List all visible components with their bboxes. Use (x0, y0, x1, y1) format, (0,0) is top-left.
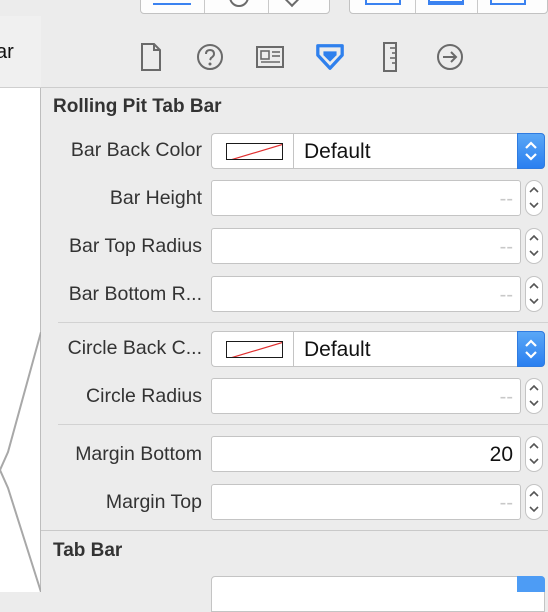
version-editor-button[interactable] (269, 0, 329, 13)
assistant-editor-icon (229, 0, 249, 7)
version-editor-icon (284, 0, 300, 8)
stepper-down-icon (529, 400, 539, 407)
bar-back-color-label: Bar Back Color (70, 139, 202, 161)
bar-top-radius-placeholder: -- (499, 236, 513, 258)
tab-bar-next-popup-arrows-icon (517, 576, 545, 592)
margin-top-label: Margin Top (105, 491, 202, 513)
stepper-down-icon (529, 298, 539, 305)
stepper-up-icon (529, 234, 539, 241)
attributes-inspector-icon (316, 44, 344, 70)
size-inspector-icon (383, 42, 397, 72)
standard-editor-button[interactable] (141, 0, 205, 13)
assistant-editor-button[interactable] (205, 0, 269, 13)
margin-bottom-stepper[interactable] (525, 436, 543, 472)
bar-height-placeholder: -- (499, 188, 513, 210)
bar-top-radius-field[interactable]: -- (211, 228, 521, 264)
debug-toggle-button[interactable] (416, 0, 478, 13)
quick-help-icon (197, 44, 223, 70)
inspector-tab-bar (41, 16, 548, 88)
bar-bottom-radius-field[interactable]: -- (211, 276, 521, 312)
outline-bracket-icon (0, 332, 41, 592)
standard-editor-icon (153, 3, 191, 5)
file-inspector-icon (141, 43, 161, 71)
panels-segmented-control[interactable] (349, 0, 548, 14)
group-divider (58, 322, 548, 323)
bar-height-field[interactable]: -- (211, 180, 521, 216)
attributes-inspector: Rolling Pit Tab Bar Bar Back Color Defau… (41, 16, 548, 612)
outline-tab[interactable]: ar (0, 16, 41, 88)
bar-back-color-popup[interactable]: Default (293, 133, 545, 169)
outline-tab-label: ar (0, 41, 14, 63)
utilities-toggle-button[interactable] (478, 0, 546, 13)
margin-bottom-label: Margin Bottom (75, 443, 202, 465)
connections-inspector-icon (437, 44, 463, 70)
stepper-down-icon (529, 506, 539, 513)
top-toolbar (0, 0, 548, 16)
section-title-rolling-pit-tab-bar: Rolling Pit Tab Bar (53, 96, 222, 117)
identity-inspector-icon (256, 46, 284, 68)
margin-bottom-value: 20 (489, 443, 513, 466)
navigator-panel-icon (365, 0, 401, 5)
document-outline-pane: ar (0, 16, 41, 592)
stepper-down-icon (529, 250, 539, 257)
bar-height-stepper[interactable] (525, 180, 543, 216)
identity-inspector-tab[interactable] (255, 42, 285, 72)
bar-bottom-radius-label: Bar Bottom R... (68, 283, 202, 305)
circle-back-color-value: Default (304, 338, 371, 361)
stepper-up-icon (529, 282, 539, 289)
utilities-panel-icon (490, 0, 526, 5)
connections-inspector-tab[interactable] (435, 42, 465, 72)
color-swatch-none (226, 143, 283, 160)
debug-panel-icon (428, 0, 464, 5)
attributes-inspector-tab[interactable] (315, 42, 345, 72)
margin-top-field[interactable]: -- (211, 484, 521, 520)
bar-bottom-radius-placeholder: -- (499, 284, 513, 306)
file-inspector-tab[interactable] (136, 42, 166, 72)
section-separator (41, 530, 548, 531)
bar-back-color-value: Default (304, 140, 371, 163)
bar-top-radius-label: Bar Top Radius (69, 235, 202, 257)
editor-mode-segmented-control[interactable] (140, 0, 330, 14)
stepper-up-icon (529, 384, 539, 391)
tab-bar-next-field[interactable] (211, 576, 545, 612)
section-title-tab-bar: Tab Bar (53, 540, 123, 561)
circle-radius-stepper[interactable] (525, 378, 543, 414)
stepper-down-icon (529, 458, 539, 465)
bar-height-label: Bar Height (109, 187, 202, 209)
margin-bottom-field[interactable]: 20 (211, 436, 521, 472)
circle-back-color-popup[interactable]: Default (293, 331, 545, 367)
popup-arrows-icon (517, 331, 545, 367)
margin-top-stepper[interactable] (525, 484, 543, 520)
circle-back-color-well[interactable] (211, 331, 293, 367)
color-swatch-none (226, 341, 283, 358)
bar-top-radius-stepper[interactable] (525, 228, 543, 264)
size-inspector-tab[interactable] (375, 42, 405, 72)
bar-bottom-radius-stepper[interactable] (525, 276, 543, 312)
circle-radius-field[interactable]: -- (211, 378, 521, 414)
quick-help-tab[interactable] (195, 42, 225, 72)
circle-radius-label: Circle Radius (86, 385, 202, 407)
stepper-down-icon (529, 202, 539, 209)
circle-back-color-label: Circle Back C... (67, 337, 202, 359)
group-divider (58, 424, 548, 425)
stepper-up-icon (529, 442, 539, 449)
stepper-up-icon (529, 490, 539, 497)
popup-arrows-icon (517, 133, 545, 169)
circle-radius-placeholder: -- (499, 386, 513, 408)
navigator-toggle-button[interactable] (350, 0, 416, 13)
bar-back-color-well[interactable] (211, 133, 293, 169)
stepper-up-icon (529, 186, 539, 193)
margin-top-placeholder: -- (499, 492, 513, 514)
